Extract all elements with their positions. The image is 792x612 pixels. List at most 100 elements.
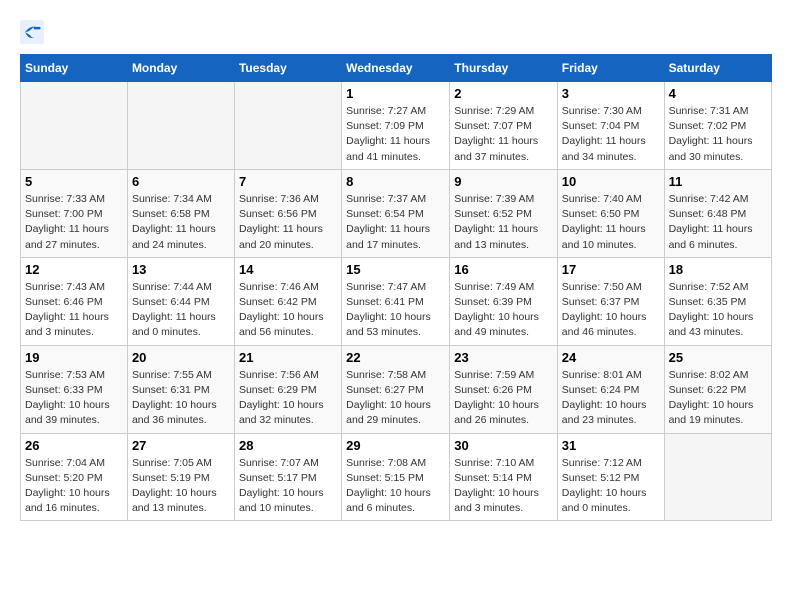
day-number: 22 xyxy=(346,350,445,365)
calendar-cell xyxy=(234,82,341,170)
calendar-cell: 18 Sunrise: 7:52 AM Sunset: 6:35 PM Dayli… xyxy=(664,257,771,345)
calendar-cell: 22 Sunrise: 7:58 AM Sunset: 6:27 PM Dayli… xyxy=(342,345,450,433)
day-info: Sunrise: 7:27 AM Sunset: 7:09 PM Dayligh… xyxy=(346,104,445,165)
calendar-cell: 21 Sunrise: 7:56 AM Sunset: 6:29 PM Dayli… xyxy=(234,345,341,433)
day-info: Sunrise: 7:59 AM Sunset: 6:26 PM Dayligh… xyxy=(454,368,553,429)
day-info: Sunrise: 7:47 AM Sunset: 6:41 PM Dayligh… xyxy=(346,280,445,341)
calendar-cell: 14 Sunrise: 7:46 AM Sunset: 6:42 PM Dayli… xyxy=(234,257,341,345)
day-number: 9 xyxy=(454,174,553,189)
day-info: Sunrise: 7:46 AM Sunset: 6:42 PM Dayligh… xyxy=(239,280,337,341)
day-number: 29 xyxy=(346,438,445,453)
calendar-cell: 8 Sunrise: 7:37 AM Sunset: 6:54 PM Daylig… xyxy=(342,169,450,257)
day-number: 14 xyxy=(239,262,337,277)
day-number: 25 xyxy=(669,350,767,365)
calendar-cell: 7Sunrise: 7:36 AM Sunset: 6:56 PM Daylig… xyxy=(234,169,341,257)
calendar-week-row: 1Sunrise: 7:27 AM Sunset: 7:09 PM Daylig… xyxy=(21,82,772,170)
logo-icon xyxy=(20,20,44,44)
day-number: 8 xyxy=(346,174,445,189)
day-number: 13 xyxy=(132,262,230,277)
calendar-cell xyxy=(127,82,234,170)
day-number: 7 xyxy=(239,174,337,189)
calendar-cell: 19Sunrise: 7:53 AM Sunset: 6:33 PM Dayli… xyxy=(21,345,128,433)
day-header-thursday: Thursday xyxy=(450,55,558,82)
day-info: Sunrise: 7:44 AM Sunset: 6:44 PM Dayligh… xyxy=(132,280,230,341)
day-header-saturday: Saturday xyxy=(664,55,771,82)
day-number: 26 xyxy=(25,438,123,453)
day-number: 30 xyxy=(454,438,553,453)
day-info: Sunrise: 7:37 AM Sunset: 6:54 PM Dayligh… xyxy=(346,192,445,253)
day-info: Sunrise: 7:53 AM Sunset: 6:33 PM Dayligh… xyxy=(25,368,123,429)
calendar-cell: 24Sunrise: 8:01 AM Sunset: 6:24 PM Dayli… xyxy=(557,345,664,433)
day-number: 18 xyxy=(669,262,767,277)
day-number: 12 xyxy=(25,262,123,277)
day-info: Sunrise: 7:07 AM Sunset: 5:17 PM Dayligh… xyxy=(239,456,337,517)
calendar-cell: 25 Sunrise: 8:02 AM Sunset: 6:22 PM Dayli… xyxy=(664,345,771,433)
day-number: 21 xyxy=(239,350,337,365)
day-number: 6 xyxy=(132,174,230,189)
calendar-week-row: 5Sunrise: 7:33 AM Sunset: 7:00 PM Daylig… xyxy=(21,169,772,257)
calendar-cell xyxy=(21,82,128,170)
calendar-page: SundayMondayTuesdayWednesdayThursdayFrid… xyxy=(0,0,792,531)
day-number: 28 xyxy=(239,438,337,453)
calendar-cell: 10 Sunrise: 7:40 AM Sunset: 6:50 PM Dayli… xyxy=(557,169,664,257)
day-info: Sunrise: 7:52 AM Sunset: 6:35 PM Dayligh… xyxy=(669,280,767,341)
day-info: Sunrise: 7:30 AM Sunset: 7:04 PM Dayligh… xyxy=(562,104,660,165)
day-header-sunday: Sunday xyxy=(21,55,128,82)
day-number: 17 xyxy=(562,262,660,277)
day-info: Sunrise: 7:58 AM Sunset: 6:27 PM Dayligh… xyxy=(346,368,445,429)
day-info: Sunrise: 7:56 AM Sunset: 6:29 PM Dayligh… xyxy=(239,368,337,429)
calendar-cell: 1Sunrise: 7:27 AM Sunset: 7:09 PM Daylig… xyxy=(342,82,450,170)
calendar-cell: 28 Sunrise: 7:07 AM Sunset: 5:17 PM Dayli… xyxy=(234,433,341,521)
day-info: Sunrise: 7:42 AM Sunset: 6:48 PM Dayligh… xyxy=(669,192,767,253)
day-number: 4 xyxy=(669,86,767,101)
day-header-monday: Monday xyxy=(127,55,234,82)
calendar-cell: 13 Sunrise: 7:44 AM Sunset: 6:44 PM Dayli… xyxy=(127,257,234,345)
day-number: 31 xyxy=(562,438,660,453)
day-info: Sunrise: 7:34 AM Sunset: 6:58 PM Dayligh… xyxy=(132,192,230,253)
day-header-tuesday: Tuesday xyxy=(234,55,341,82)
calendar-cell: 11Sunrise: 7:42 AM Sunset: 6:48 PM Dayli… xyxy=(664,169,771,257)
day-number: 2 xyxy=(454,86,553,101)
day-info: Sunrise: 7:12 AM Sunset: 5:12 PM Dayligh… xyxy=(562,456,660,517)
calendar-cell: 16Sunrise: 7:49 AM Sunset: 6:39 PM Dayli… xyxy=(450,257,558,345)
calendar-cell: 29 Sunrise: 7:08 AM Sunset: 5:15 PM Dayli… xyxy=(342,433,450,521)
calendar-cell: 27 Sunrise: 7:05 AM Sunset: 5:19 PM Dayli… xyxy=(127,433,234,521)
day-info: Sunrise: 7:29 AM Sunset: 7:07 PM Dayligh… xyxy=(454,104,553,165)
day-number: 3 xyxy=(562,86,660,101)
day-info: Sunrise: 7:10 AM Sunset: 5:14 PM Dayligh… xyxy=(454,456,553,517)
day-number: 24 xyxy=(562,350,660,365)
calendar-week-row: 19Sunrise: 7:53 AM Sunset: 6:33 PM Dayli… xyxy=(21,345,772,433)
calendar-cell: 6 Sunrise: 7:34 AM Sunset: 6:58 PM Daylig… xyxy=(127,169,234,257)
calendar-cell: 12 Sunrise: 7:43 AM Sunset: 6:46 PM Dayli… xyxy=(21,257,128,345)
day-number: 10 xyxy=(562,174,660,189)
day-info: Sunrise: 7:55 AM Sunset: 6:31 PM Dayligh… xyxy=(132,368,230,429)
day-number: 23 xyxy=(454,350,553,365)
day-info: Sunrise: 7:49 AM Sunset: 6:39 PM Dayligh… xyxy=(454,280,553,341)
calendar-cell: 23 Sunrise: 7:59 AM Sunset: 6:26 PM Dayli… xyxy=(450,345,558,433)
day-number: 27 xyxy=(132,438,230,453)
calendar-cell: 15 Sunrise: 7:47 AM Sunset: 6:41 PM Dayli… xyxy=(342,257,450,345)
calendar-cell xyxy=(664,433,771,521)
calendar-header-row: SundayMondayTuesdayWednesdayThursdayFrid… xyxy=(21,55,772,82)
day-number: 20 xyxy=(132,350,230,365)
calendar-cell: 3 Sunrise: 7:30 AM Sunset: 7:04 PM Daylig… xyxy=(557,82,664,170)
calendar-cell: 2 Sunrise: 7:29 AM Sunset: 7:07 PM Daylig… xyxy=(450,82,558,170)
calendar-cell: 4Sunrise: 7:31 AM Sunset: 7:02 PM Daylig… xyxy=(664,82,771,170)
calendar-cell: 30 Sunrise: 7:10 AM Sunset: 5:14 PM Dayli… xyxy=(450,433,558,521)
calendar-cell: 17Sunrise: 7:50 AM Sunset: 6:37 PM Dayli… xyxy=(557,257,664,345)
calendar-cell: 31 Sunrise: 7:12 AM Sunset: 5:12 PM Dayli… xyxy=(557,433,664,521)
day-info: Sunrise: 7:04 AM Sunset: 5:20 PM Dayligh… xyxy=(25,456,123,517)
day-info: Sunrise: 7:40 AM Sunset: 6:50 PM Dayligh… xyxy=(562,192,660,253)
logo xyxy=(20,20,48,44)
calendar-cell: 5Sunrise: 7:33 AM Sunset: 7:00 PM Daylig… xyxy=(21,169,128,257)
day-number: 15 xyxy=(346,262,445,277)
header xyxy=(20,20,772,44)
calendar-week-row: 26 Sunrise: 7:04 AM Sunset: 5:20 PM Dayli… xyxy=(21,433,772,521)
day-info: Sunrise: 7:05 AM Sunset: 5:19 PM Dayligh… xyxy=(132,456,230,517)
day-info: Sunrise: 7:33 AM Sunset: 7:00 PM Dayligh… xyxy=(25,192,123,253)
day-info: Sunrise: 8:02 AM Sunset: 6:22 PM Dayligh… xyxy=(669,368,767,429)
day-info: Sunrise: 7:08 AM Sunset: 5:15 PM Dayligh… xyxy=(346,456,445,517)
calendar-cell: 26 Sunrise: 7:04 AM Sunset: 5:20 PM Dayli… xyxy=(21,433,128,521)
day-info: Sunrise: 7:43 AM Sunset: 6:46 PM Dayligh… xyxy=(25,280,123,341)
day-header-friday: Friday xyxy=(557,55,664,82)
